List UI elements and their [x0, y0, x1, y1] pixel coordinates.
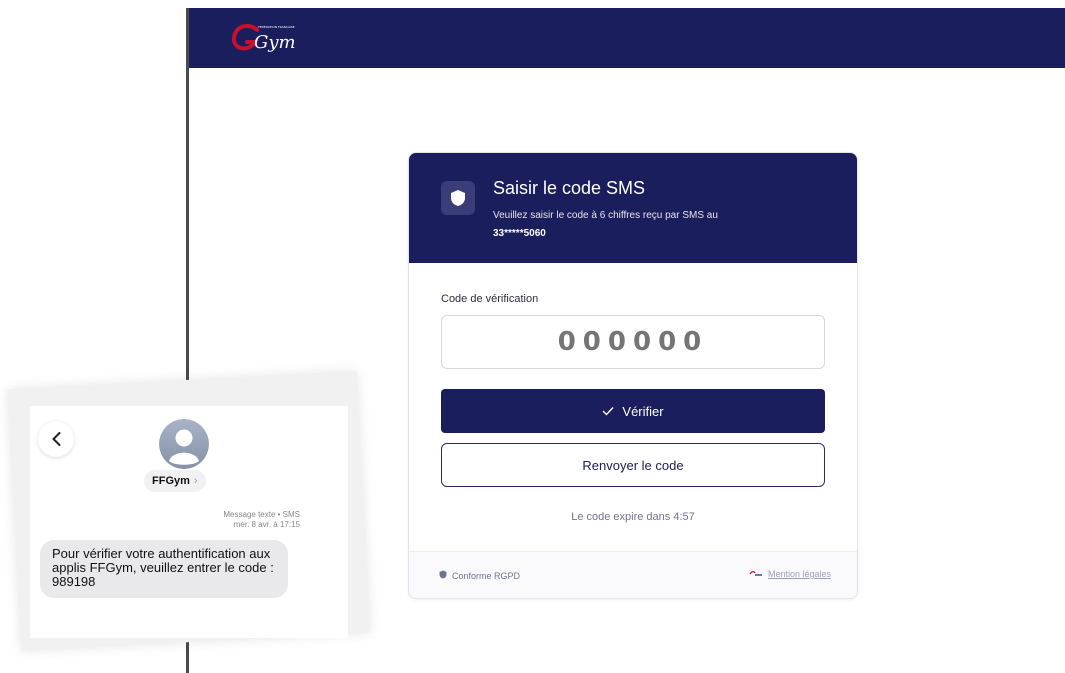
message-date: mer. 8 avr. à 17:15: [233, 520, 300, 529]
ffgym-mini-logo-icon: [749, 569, 763, 579]
subtitle-text: Veuillez saisir le code à 6 chiffres reç…: [493, 210, 718, 221]
sms-message-bubble: Pour vérifier votre authentification aux…: [40, 540, 288, 598]
sms-verification-card: Saisir le code SMS Veuillez saisir le co…: [408, 152, 858, 599]
chevron-left-icon[interactable]: [38, 421, 74, 457]
svg-text:FÉDÉRATION FRANÇAISE: FÉDÉRATION FRANÇAISE: [258, 24, 295, 29]
check-icon: [602, 404, 614, 419]
legal-mentions: Mention légales: [749, 569, 831, 579]
verify-button-label: Vérifier: [622, 403, 664, 419]
card-footer: Conforme RGPD Mention légales: [409, 551, 857, 598]
chevron-right-icon: ›: [193, 475, 198, 487]
contact-name: FFGym: [152, 475, 190, 487]
sms-screenshot: FFGym › Message texte • SMS mer. 8 avr. …: [30, 406, 348, 638]
legal-mentions-link[interactable]: Mention légales: [768, 569, 831, 579]
resend-button-label: Renvoyer le code: [582, 457, 684, 473]
code-field-label: Code de vérification: [441, 293, 539, 305]
ffgym-logo[interactable]: Gym FÉDÉRATION FRANÇAISE: [227, 18, 307, 58]
shield-icon: [441, 181, 475, 215]
contact-name-pill[interactable]: FFGym ›: [144, 470, 206, 492]
rgpd-label: Conforme RGPD: [452, 570, 521, 581]
person-icon: [159, 419, 209, 469]
code-expiry-text: Le code expire dans 4:57: [571, 511, 695, 523]
rgpd-badge: Conforme RGPD: [439, 570, 520, 581]
top-navigation-bar: Gym FÉDÉRATION FRANÇAISE: [189, 8, 1065, 68]
verify-button[interactable]: Vérifier: [441, 389, 825, 433]
shield-icon: [439, 570, 447, 581]
message-type: Message texte • SMS: [223, 510, 300, 519]
masked-phone-number: 33*****5060: [493, 228, 546, 239]
verification-code-input[interactable]: [441, 315, 825, 369]
message-meta: Message texte • SMS mer. 8 avr. à 17:15: [80, 510, 300, 530]
resend-code-button[interactable]: Renvoyer le code: [441, 443, 825, 487]
card-subtitle: Veuillez saisir le code à 6 chiffres reç…: [493, 207, 813, 243]
svg-text:Gym: Gym: [254, 32, 296, 53]
ffgym-logo-graphic: Gym FÉDÉRATION FRANÇAISE: [232, 23, 296, 53]
card-title: Saisir le code SMS: [493, 178, 646, 198]
card-header: Saisir le code SMS Veuillez saisir le co…: [409, 153, 857, 263]
